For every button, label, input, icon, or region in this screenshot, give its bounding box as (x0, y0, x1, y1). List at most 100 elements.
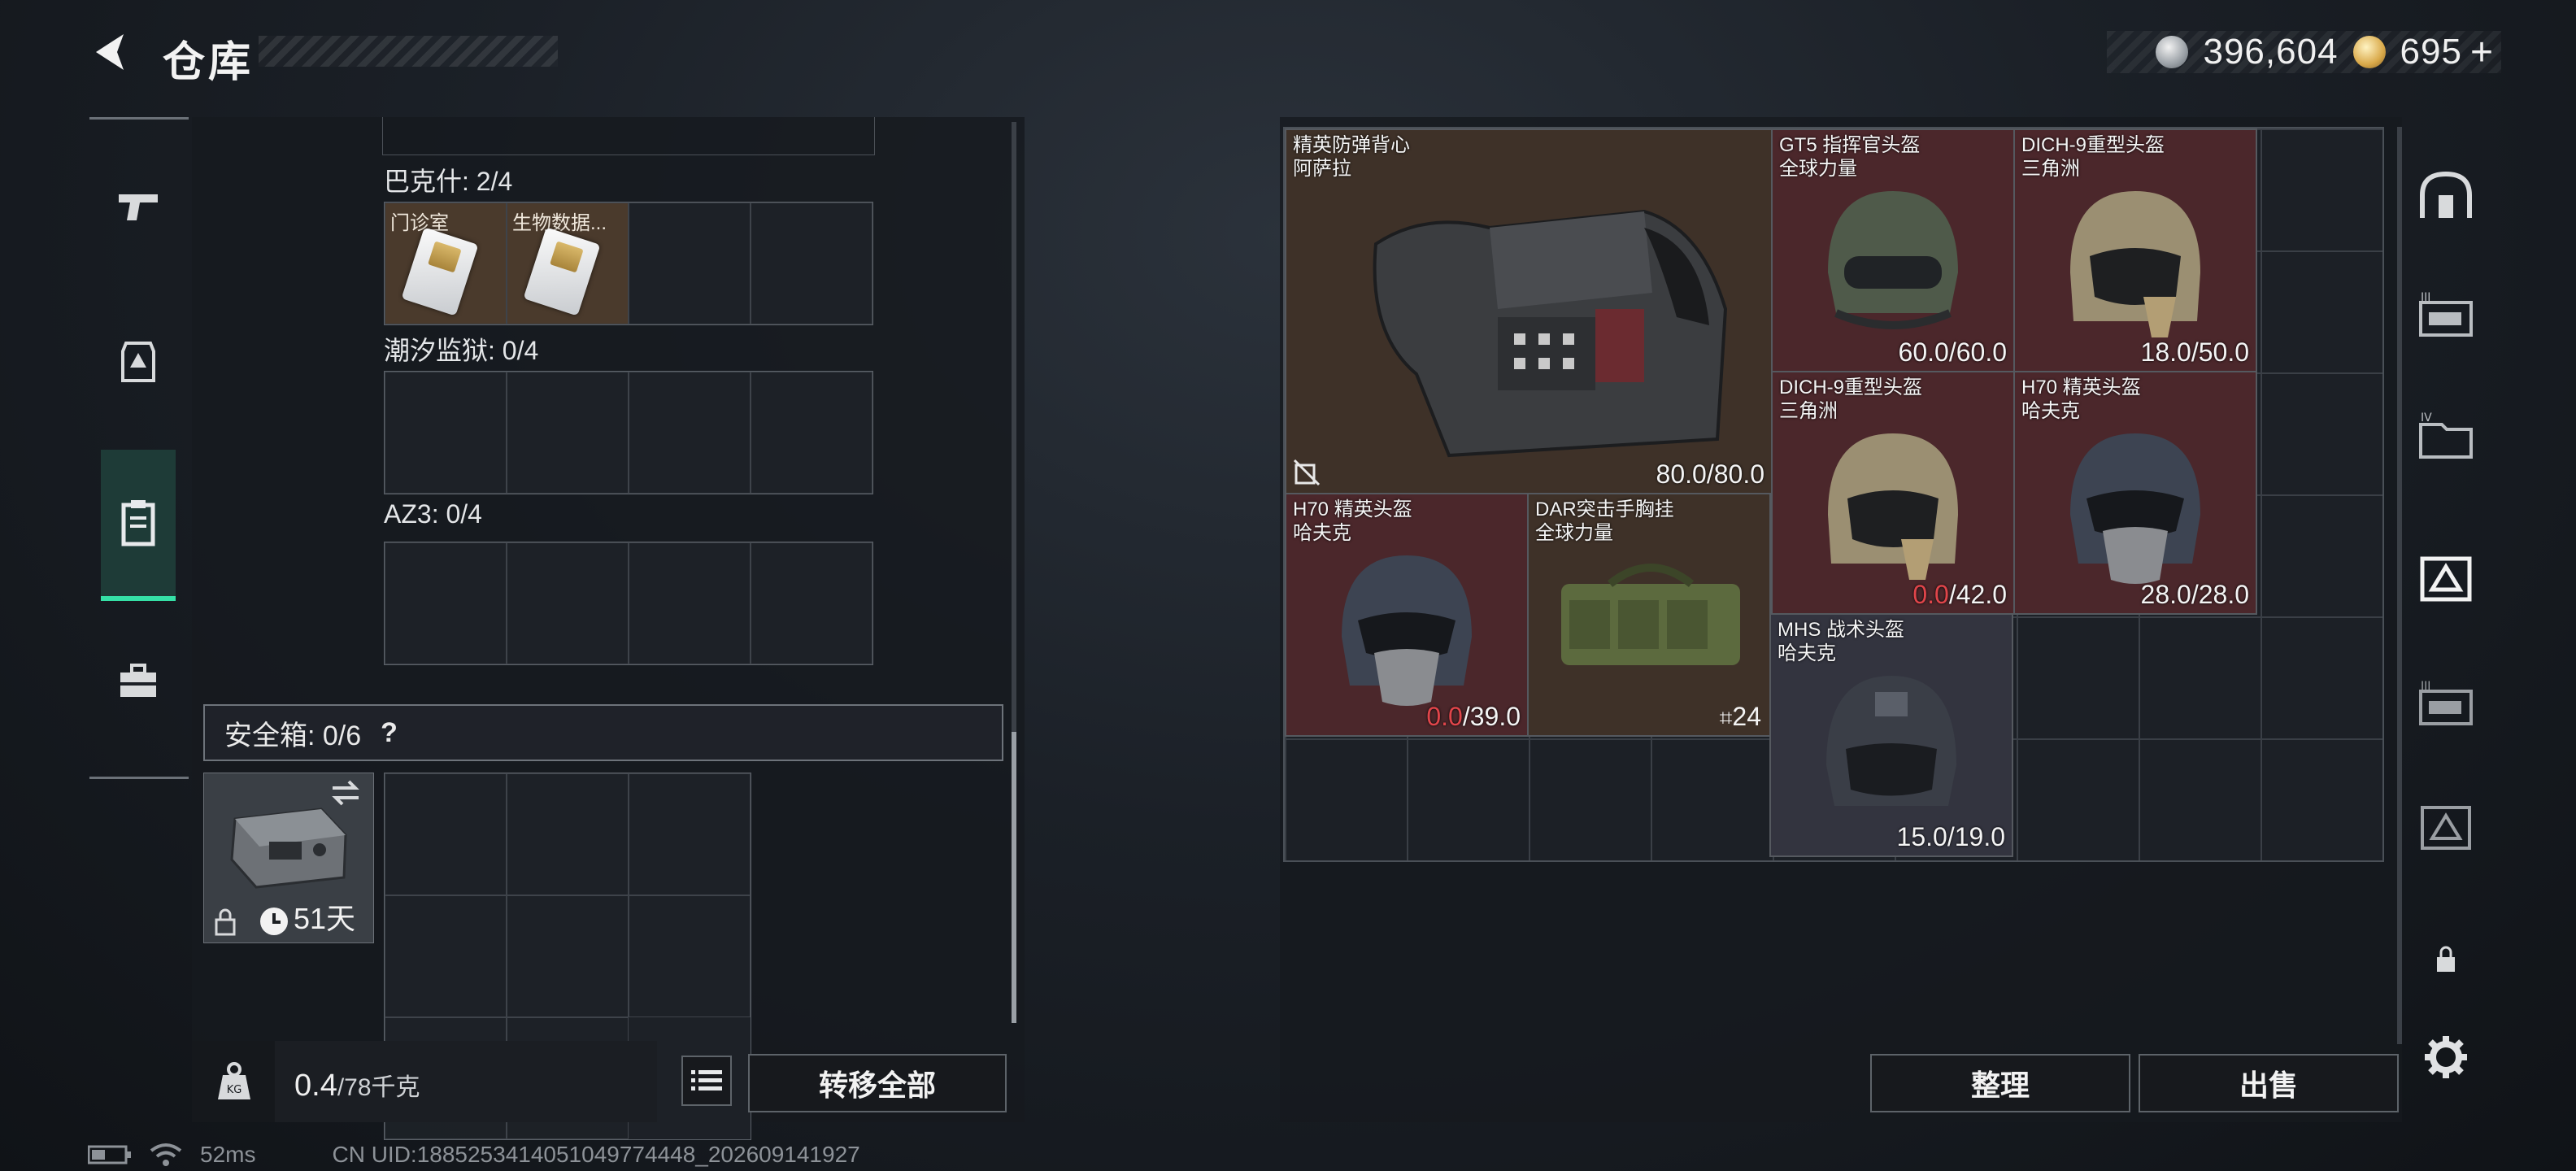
inventory-item-vest[interactable]: 精英防弹背心 阿萨拉 80.0/80.0 (1285, 128, 1773, 494)
settings-button[interactable] (2417, 1028, 2475, 1086)
sort-button[interactable]: 整理 (1870, 1054, 2130, 1112)
item-name: DICH-9重型头盔 三角洲 (1779, 377, 1923, 422)
sell-button[interactable]: 出售 (2139, 1054, 2399, 1112)
empty-slot[interactable] (507, 895, 629, 1017)
list-view-button[interactable] (681, 1056, 732, 1106)
gold-currency-value: 695 (2400, 32, 2462, 72)
empty-slot[interactable] (385, 895, 507, 1017)
inventory-item-helmet[interactable]: MHS 战术头盔 哈夫克 15.0/19.0 (1769, 613, 2013, 857)
storage-tab-4[interactable] (2417, 548, 2475, 607)
storage-delta-icon (2420, 556, 2472, 602)
empty-slot[interactable] (629, 773, 751, 895)
inventory-item-helmet[interactable]: DICH-9重型头盔 三角洲 18.0/50.0 (2013, 128, 2257, 372)
storage-delta2-icon (2421, 806, 2471, 850)
storage-ii-icon: III (2419, 291, 2473, 337)
current-weight: 0.4 (294, 1069, 337, 1103)
inventory-item-helmet[interactable]: H70 精英头盔 哈夫克 0.0/39.0 (1285, 493, 1529, 737)
nav-storage[interactable] (101, 450, 176, 601)
capacity-value: 24 (1732, 702, 1761, 731)
inventory-item-helmet[interactable]: GT5 指挥官头盔 全球力量 60.0/60.0 (1771, 128, 2015, 372)
previous-grid-tail (382, 117, 875, 155)
empty-slot[interactable] (751, 202, 872, 324)
storage-item[interactable]: 生物数据... (507, 202, 629, 324)
locked-tab[interactable] (2417, 930, 2475, 989)
wifi-icon (150, 1143, 182, 1166)
transfer-all-button[interactable]: 转移全部 (748, 1054, 1007, 1112)
current-durability: 0.0 (1426, 702, 1463, 731)
item-name: 生物数据... (512, 212, 607, 234)
item-name: DAR突击手胸挂 全球力量 (1535, 498, 1674, 544)
battery-icon (88, 1145, 131, 1164)
player-uid: CN UID:1885253414051049774448_2026091419… (332, 1142, 860, 1167)
nav-toolbox[interactable] (101, 643, 176, 718)
item-name: GT5 指挥官头盔 全球力量 (1779, 134, 1921, 180)
title-decoration (259, 36, 558, 67)
remaining-days: 51天 (294, 902, 356, 935)
back-arrow-icon[interactable] (88, 29, 133, 75)
max-weight: /78千克 (337, 1074, 420, 1101)
storage-item[interactable]: 门诊室 (385, 202, 507, 324)
group-label-tidal-prison: 潮汐监狱: 0/4 (384, 336, 539, 365)
item-durability: 80.0/80.0 (1656, 459, 1764, 489)
add-currency-button[interactable]: + (2470, 30, 2493, 75)
storage-tab-5[interactable]: III (2417, 675, 2475, 734)
weight-icon-box: KG (192, 1041, 275, 1122)
inventory-item-helmet[interactable]: H70 精英头盔 哈夫克 28.0/28.0 (2013, 371, 2257, 615)
item-durability: 0.0/42.0 (1912, 580, 2007, 610)
item-name: DICH-9重型头盔 三角洲 (2021, 134, 2165, 180)
empty-slot[interactable] (751, 542, 872, 664)
max-durability: /39.0 (1462, 702, 1521, 731)
gear-icon (2425, 1036, 2467, 1078)
storage-iv-icon: IV (2419, 411, 2473, 459)
svg-text:IV: IV (2421, 411, 2432, 424)
item-name: 门诊室 (390, 212, 449, 234)
empty-slot[interactable] (629, 542, 751, 664)
empty-slot[interactable] (385, 372, 507, 494)
item-name: H70 精英头盔 哈夫克 (1293, 498, 1412, 544)
currency-bar: 396,604 695 + (2107, 30, 2501, 75)
empty-slot[interactable] (385, 773, 507, 895)
capacity-icon: ⌗ (1719, 705, 1733, 730)
empty-slot[interactable] (629, 202, 751, 324)
empty-slot[interactable] (507, 542, 629, 664)
arch-icon (2420, 171, 2472, 218)
briefcase-icon (120, 664, 156, 697)
item-durability: 15.0/19.0 (1896, 822, 2005, 851)
weight-icon: KG (218, 1062, 250, 1099)
clipboard-icon (121, 500, 155, 546)
keycard-icon (523, 227, 601, 316)
storage-tab-3[interactable]: IV (2417, 407, 2475, 465)
storage-tab-1[interactable] (2417, 166, 2475, 224)
weight-readout: 0.4/78千克 (294, 1067, 420, 1104)
item-name: MHS 战术头盔 哈夫克 (1778, 619, 1904, 664)
armor-icon (121, 342, 155, 382)
helmet-image (1828, 190, 1958, 329)
nav-weapons[interactable] (101, 170, 176, 245)
storage-tab-2[interactable]: III (2417, 286, 2475, 345)
inventory-item-helmet[interactable]: DICH-9重型头盔 三角洲 0.0/42.0 (1771, 371, 2015, 615)
clock-icon (260, 908, 288, 935)
empty-slot[interactable] (751, 372, 872, 494)
empty-slot[interactable] (629, 895, 751, 1017)
safe-box-slot[interactable]: 51天 (203, 773, 374, 943)
helmet-image (1828, 433, 1958, 580)
helmet-image (2070, 190, 2200, 337)
current-durability: 0.0 (1912, 580, 1949, 609)
inventory-item-chest-rig[interactable]: DAR突击手胸挂 全球力量 ⌗24 (1527, 493, 1771, 737)
item-name: 精英防弹背心 阿萨拉 (1293, 134, 1410, 180)
list-icon (691, 1070, 722, 1090)
empty-slot[interactable] (507, 372, 629, 494)
scrollbar-thumb[interactable] (1012, 732, 1016, 1023)
max-durability: /42.0 (1948, 580, 2007, 609)
nav-armor[interactable] (101, 324, 176, 399)
silver-coin-icon (2156, 36, 2189, 68)
empty-slot[interactable] (507, 773, 629, 895)
swap-icon[interactable] (329, 778, 362, 808)
inventory-grid: 精英防弹背心 阿萨拉 80.0/80.0 GT5 指挥官头盔 全球力量 60.0… (1283, 127, 2384, 862)
storage-tab-6[interactable] (2417, 797, 2475, 855)
chest-rig-image (1561, 564, 1740, 665)
safe-case-icon (230, 808, 347, 889)
empty-slot[interactable] (629, 372, 751, 494)
help-icon[interactable]: ? (381, 717, 398, 749)
empty-slot[interactable] (385, 542, 507, 664)
